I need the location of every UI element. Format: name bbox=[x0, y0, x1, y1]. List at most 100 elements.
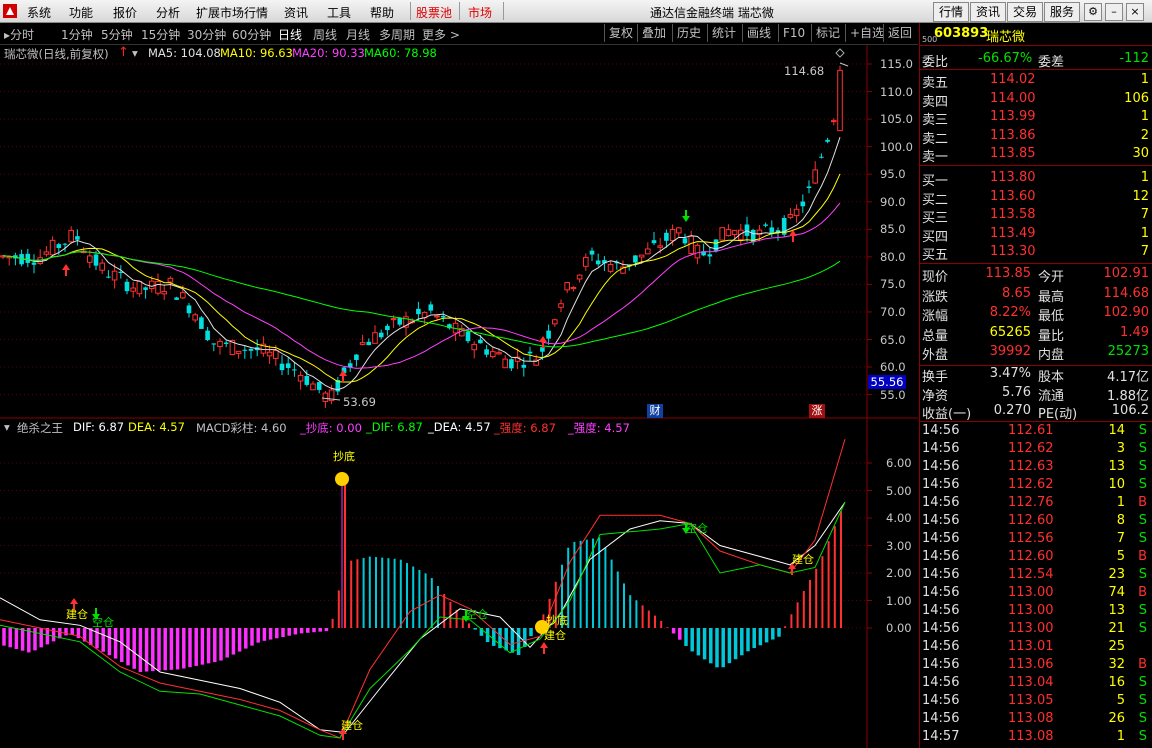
tick-volume: 7 bbox=[1116, 531, 1125, 546]
btn-draw-line[interactable]: 画线 bbox=[742, 24, 775, 42]
ask-row[interactable]: 卖四 114.00 106 bbox=[920, 91, 1152, 110]
tab-trade[interactable]: 交易 bbox=[1007, 2, 1043, 22]
stat-label: 内盘 bbox=[1038, 348, 1065, 363]
candle-body bbox=[688, 235, 695, 254]
tick-row[interactable]: 14:56 112.62 3 S bbox=[920, 441, 1152, 459]
btn-adjust-rights[interactable]: 复权 bbox=[604, 24, 637, 42]
menu-quote[interactable]: 报价 bbox=[113, 4, 137, 21]
kline-chart[interactable] bbox=[0, 45, 918, 748]
tick-row[interactable]: 14:56 113.06 32 B bbox=[920, 657, 1152, 675]
tab-period-15min[interactable]: 15分钟 bbox=[141, 26, 180, 43]
menu-analysis[interactable]: 分析 bbox=[156, 4, 180, 21]
tick-price: 113.01 bbox=[1008, 639, 1054, 654]
tick-row[interactable]: 14:56 113.08 26 S bbox=[920, 711, 1152, 729]
menu-info[interactable]: 资讯 bbox=[284, 4, 308, 21]
tab-service[interactable]: 服务 bbox=[1044, 2, 1080, 22]
btn-add-watchlist[interactable]: +自选 bbox=[845, 24, 888, 42]
tab-period-60min[interactable]: 60分钟 bbox=[232, 26, 271, 43]
tick-row[interactable]: 14:56 113.04 16 S bbox=[920, 675, 1152, 693]
tick-row[interactable]: 14:56 112.62 10 S bbox=[920, 477, 1152, 495]
menu-separator bbox=[410, 2, 411, 20]
tab-period-multi[interactable]: 多周期 bbox=[379, 26, 415, 43]
tab-period-daily[interactable]: 日线 bbox=[278, 26, 302, 43]
tab-period-weekly[interactable]: 周线 bbox=[313, 26, 337, 43]
candle-body bbox=[111, 270, 118, 281]
bid-row[interactable]: 买三 113.58 7 bbox=[920, 207, 1152, 226]
menu-help[interactable]: 帮助 bbox=[370, 4, 394, 21]
tick-row[interactable]: 14:56 112.56 7 S bbox=[920, 531, 1152, 549]
macd-histogram-bar bbox=[33, 628, 37, 651]
ask-row[interactable]: 卖三 113.99 1 bbox=[920, 109, 1152, 128]
tick-row[interactable]: 14:56 113.00 21 S bbox=[920, 621, 1152, 639]
ask-row[interactable]: 卖五 114.02 1 bbox=[920, 72, 1152, 91]
btn-back[interactable]: 返回 bbox=[883, 24, 916, 42]
indicator-dea: DEA: 4.57 bbox=[128, 420, 185, 434]
tick-time: 14:56 bbox=[922, 711, 960, 726]
tab-info[interactable]: 资讯 bbox=[970, 2, 1006, 22]
macd-histogram-bar bbox=[387, 558, 390, 628]
stat-row[interactable]: 涨跌 8.65 最高 114.68 bbox=[920, 286, 1152, 305]
indicator-dropdown-icon[interactable]: ▾ bbox=[4, 420, 10, 434]
candle-body bbox=[521, 364, 527, 368]
tick-row[interactable]: 14:56 113.05 5 S bbox=[920, 693, 1152, 711]
close-icon[interactable]: × bbox=[1126, 3, 1144, 21]
marker-financial[interactable]: 财 bbox=[647, 404, 663, 418]
marker-limit-up[interactable]: 涨 bbox=[809, 404, 825, 418]
tab-period-5min[interactable]: 5分钟 bbox=[101, 26, 133, 43]
tick-row[interactable]: 14:56 113.00 74 B bbox=[920, 585, 1152, 603]
candle-body bbox=[43, 251, 50, 255]
candle-body bbox=[106, 276, 111, 278]
tick-row[interactable]: 14:56 113.00 13 S bbox=[920, 603, 1152, 621]
tab-period-1min[interactable]: 1分钟 bbox=[61, 26, 93, 43]
candle-body bbox=[223, 342, 229, 344]
tick-row[interactable]: 14:56 112.61 14 S bbox=[920, 423, 1152, 441]
btn-f10[interactable]: F10 bbox=[778, 24, 809, 42]
menu-function[interactable]: 功能 bbox=[69, 4, 93, 21]
btn-mark[interactable]: 标记 bbox=[811, 24, 844, 42]
menu-stock-pool[interactable]: 股票池 bbox=[416, 4, 452, 21]
stat-row[interactable]: 净资 5.76 流通 1.88亿 bbox=[920, 385, 1152, 404]
tick-time: 14:56 bbox=[922, 495, 960, 510]
bid-row[interactable]: 买四 113.49 1 bbox=[920, 226, 1152, 245]
candle-body bbox=[831, 120, 837, 123]
tick-time: 14:56 bbox=[922, 459, 960, 474]
settings-dot-icon[interactable]: ▾ bbox=[132, 46, 138, 60]
stat-row[interactable]: 现价 113.85 今开 102.91 bbox=[920, 266, 1152, 285]
menu-market[interactable]: 市场 bbox=[468, 4, 492, 21]
indicator-chaodi: _抄底: 0.00 bbox=[300, 421, 362, 435]
tick-row[interactable]: 14:56 113.01 25 bbox=[920, 639, 1152, 657]
menu-system[interactable]: 系统 bbox=[27, 4, 51, 21]
stat-row[interactable]: 总量 65265 量比 1.49 bbox=[920, 325, 1152, 344]
tick-row[interactable]: 14:56 112.54 23 S bbox=[920, 567, 1152, 585]
btn-history[interactable]: 历史 bbox=[672, 24, 705, 42]
tick-row[interactable]: 14:57 113.08 1 S bbox=[920, 729, 1152, 747]
candle-body bbox=[205, 330, 210, 341]
stat-row[interactable]: 收益(一) 0.270 PE(动) 106.2 bbox=[920, 403, 1152, 422]
stat-label: 流通 bbox=[1038, 388, 1065, 404]
tab-market-quote[interactable]: 行情 bbox=[933, 2, 969, 22]
bid-row[interactable]: 买五 113.30 7 bbox=[920, 244, 1152, 263]
settings-icon[interactable]: ⚙ bbox=[1084, 3, 1102, 21]
tick-row[interactable]: 14:56 112.76 1 B bbox=[920, 495, 1152, 513]
bid-row[interactable]: 买一 113.80 1 bbox=[920, 170, 1152, 189]
tick-time: 14:56 bbox=[922, 639, 960, 654]
menu-extended-market[interactable]: 扩展市场行情 bbox=[196, 4, 268, 21]
tab-period-monthly[interactable]: 月线 bbox=[346, 26, 370, 43]
indicator-strength2: _强度: 4.57 bbox=[568, 421, 630, 435]
tab-period-30min[interactable]: 30分钟 bbox=[187, 26, 226, 43]
menu-tools[interactable]: 工具 bbox=[327, 4, 351, 21]
tab-period-intraday[interactable]: ▸分时 bbox=[4, 26, 34, 43]
bid-row[interactable]: 买二 113.60 12 bbox=[920, 189, 1152, 208]
tick-row[interactable]: 14:56 112.63 13 S bbox=[920, 459, 1152, 477]
btn-statistics[interactable]: 统计 bbox=[707, 24, 740, 42]
tick-row[interactable]: 14:56 112.60 8 S bbox=[920, 513, 1152, 531]
stat-row[interactable]: 涨幅 8.22% 最低 102.90 bbox=[920, 305, 1152, 324]
btn-overlay[interactable]: 叠加 bbox=[637, 24, 670, 42]
tab-period-more[interactable]: 更多 > bbox=[422, 26, 460, 43]
minimize-icon[interactable]: – bbox=[1105, 3, 1123, 21]
ask-row[interactable]: 卖一 113.85 30 bbox=[920, 146, 1152, 165]
tick-row[interactable]: 14:56 112.60 5 B bbox=[920, 549, 1152, 567]
stat-row[interactable]: 外盘 39992 内盘 25273 bbox=[920, 344, 1152, 363]
ask-row[interactable]: 卖二 113.86 2 bbox=[920, 128, 1152, 147]
stat-row[interactable]: 换手 3.47% 股本 4.17亿 bbox=[920, 366, 1152, 385]
